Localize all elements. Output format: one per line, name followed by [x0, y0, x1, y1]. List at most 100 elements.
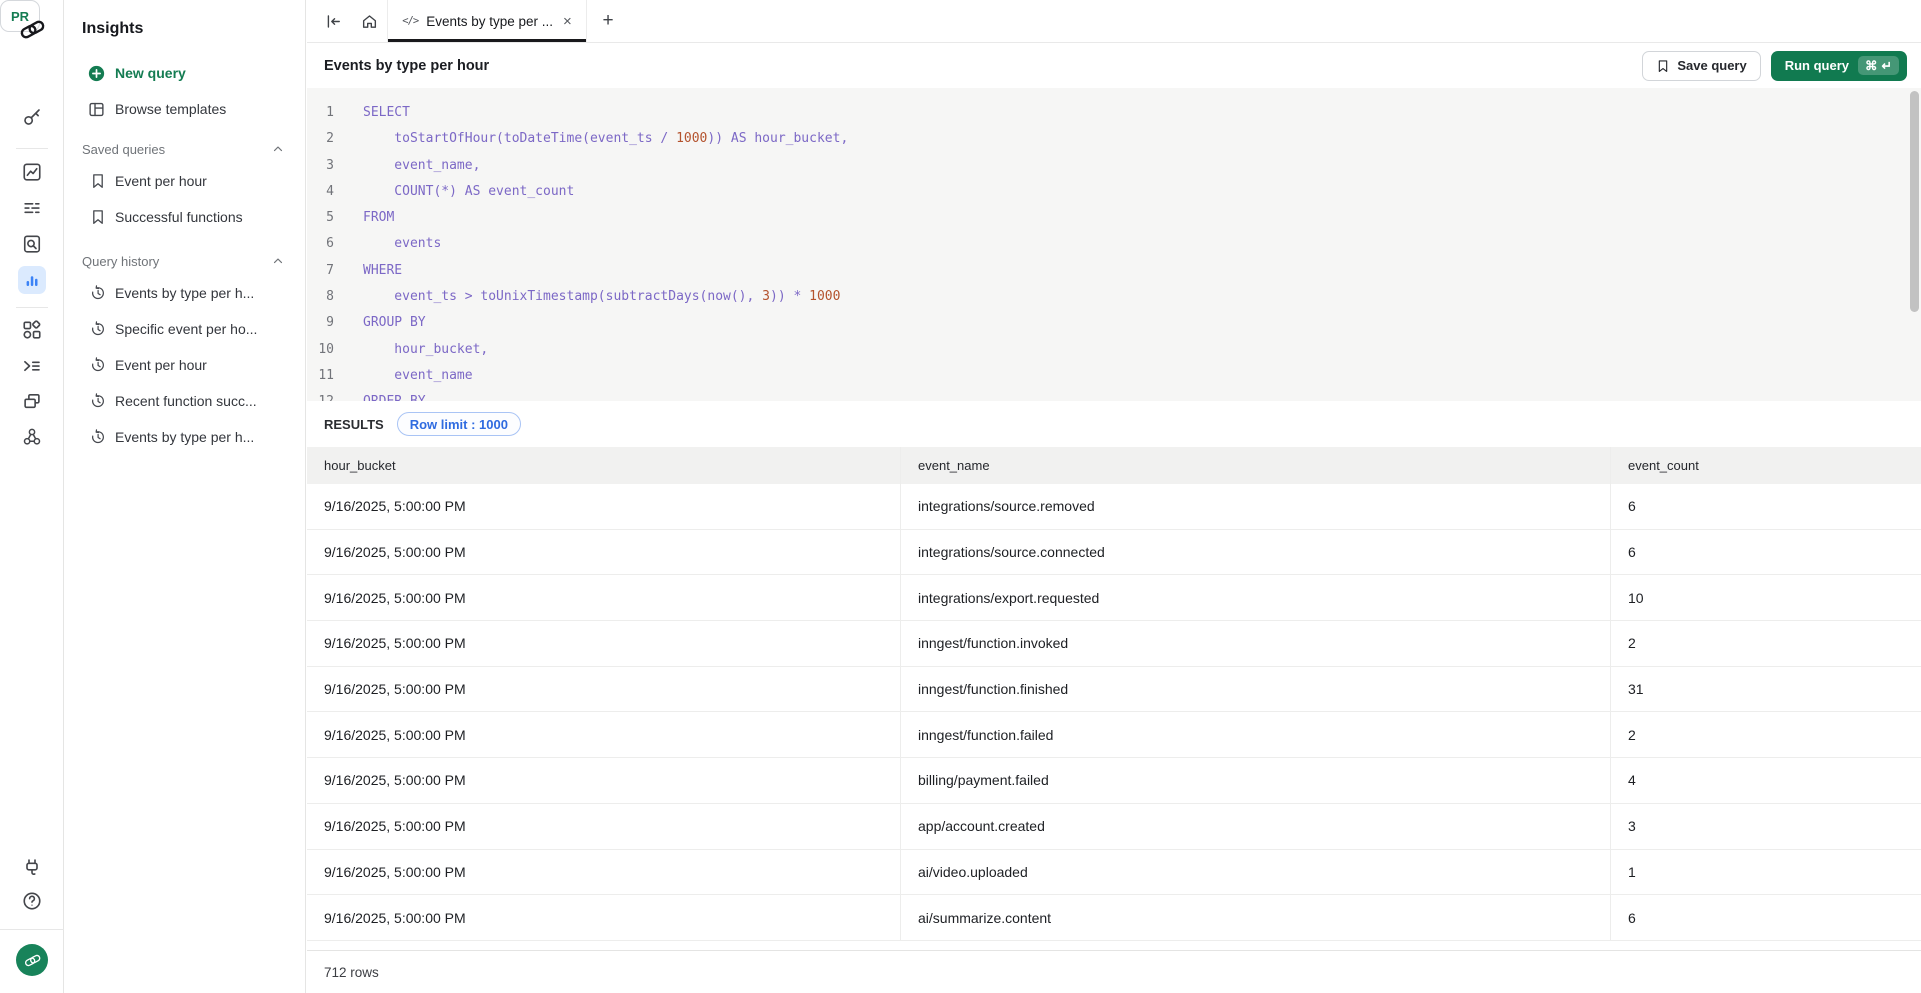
- sidebar-item[interactable]: Event per hour: [64, 163, 305, 199]
- workflow-icon[interactable]: [22, 427, 42, 447]
- results-toolbar: RESULTS Row limit : 1000: [307, 401, 1921, 447]
- table-row[interactable]: 9/16/2025, 5:00:00 PMai/summarize.conten…: [307, 895, 1921, 941]
- section-header-query-history[interactable]: Query history: [64, 247, 305, 275]
- cell-hour-bucket: 9/16/2025, 5:00:00 PM: [307, 850, 900, 895]
- code-line[interactable]: 10 hour_bucket,: [307, 337, 1921, 363]
- section-label: Saved queries: [82, 142, 165, 157]
- chevron-up-icon[interactable]: [271, 254, 285, 268]
- results-table-header: hour_bucket event_name event_count: [307, 447, 1921, 484]
- cell-event-name: integrations/source.removed: [900, 484, 1610, 529]
- column-header-hour-bucket: hour_bucket: [307, 447, 900, 484]
- line-number: 3: [307, 153, 334, 179]
- cell-event-name: app/account.created: [900, 804, 1610, 849]
- line-number: 9: [307, 310, 334, 336]
- browse-templates-button[interactable]: Browse templates: [64, 91, 305, 127]
- sidebar-item[interactable]: Events by type per h...: [64, 419, 305, 455]
- history-icon: [90, 429, 106, 445]
- code-line[interactable]: 3 event_name,: [307, 153, 1921, 179]
- code-line[interactable]: 4 COUNT(*) AS event_count: [307, 179, 1921, 205]
- table-row[interactable]: 9/16/2025, 5:00:00 PMinngest/function.fa…: [307, 712, 1921, 758]
- cell-hour-bucket: 9/16/2025, 5:00:00 PM: [307, 575, 900, 620]
- key-icon[interactable]: [22, 107, 42, 127]
- icon-rail: PR: [0, 0, 64, 993]
- apps-icon[interactable]: [22, 320, 42, 340]
- save-query-button[interactable]: Save query: [1642, 51, 1760, 81]
- chevron-up-icon[interactable]: [271, 142, 285, 156]
- code-line[interactable]: 9GROUP BY: [307, 310, 1921, 336]
- line-number: 10: [307, 337, 334, 363]
- sidebar-item[interactable]: Specific event per ho...: [64, 311, 305, 347]
- table-row[interactable]: 9/16/2025, 5:00:00 PMai/video.uploaded1: [307, 850, 1921, 896]
- insights-sidebar: Insights New query Browse templates Save…: [64, 0, 306, 993]
- account-avatar[interactable]: [16, 944, 48, 976]
- code-text: FROM: [363, 205, 394, 231]
- table-row[interactable]: 9/16/2025, 5:00:00 PMapp/account.created…: [307, 804, 1921, 850]
- row-limit-badge[interactable]: Row limit : 1000: [397, 412, 521, 436]
- cell-event-count: 3: [1610, 804, 1921, 849]
- plug-icon[interactable]: [22, 858, 42, 878]
- run-query-label: Run query: [1785, 58, 1849, 73]
- sidebar-section: Query historyEvents by type per h...Spec…: [64, 247, 305, 455]
- filters-icon[interactable]: [22, 198, 42, 218]
- tab-events-by-type-per-hour[interactable]: </> Events by type per ... ×: [387, 0, 587, 42]
- cell-event-name: billing/payment.failed: [900, 758, 1610, 803]
- line-number: 11: [307, 363, 334, 389]
- table-row[interactable]: 9/16/2025, 5:00:00 PMintegrations/source…: [307, 484, 1921, 530]
- code-text: WHERE: [363, 258, 402, 284]
- insights-bars-icon[interactable]: [18, 266, 46, 294]
- section-header-saved-queries[interactable]: Saved queries: [64, 135, 305, 163]
- sidebar-item[interactable]: Event per hour: [64, 347, 305, 383]
- code-line[interactable]: 8 event_ts > toUnixTimestamp(subtractDay…: [307, 284, 1921, 310]
- collapse-sidebar-button[interactable]: [315, 0, 351, 42]
- code-text: event_name: [363, 363, 473, 389]
- code-text: hour_bucket,: [363, 337, 488, 363]
- query-header: Events by type per hour Save query Run q…: [307, 43, 1921, 88]
- line-number: 1: [307, 100, 334, 126]
- close-tab-icon[interactable]: ×: [563, 13, 572, 30]
- sidebar-item[interactable]: Events by type per h...: [64, 275, 305, 311]
- cell-hour-bucket: 9/16/2025, 5:00:00 PM: [307, 804, 900, 849]
- table-row[interactable]: 9/16/2025, 5:00:00 PMintegrations/source…: [307, 530, 1921, 576]
- history-icon: [90, 393, 106, 409]
- line-number: 5: [307, 205, 334, 231]
- cell-hour-bucket: 9/16/2025, 5:00:00 PM: [307, 712, 900, 757]
- table-row[interactable]: 9/16/2025, 5:00:00 PMinngest/function.in…: [307, 621, 1921, 667]
- sidebar-item[interactable]: Recent function succ...: [64, 383, 305, 419]
- sql-editor[interactable]: 1SELECT2 toStartOfHour(toDateTime(event_…: [307, 88, 1921, 401]
- sidebar-item-label: Successful functions: [115, 209, 243, 225]
- windows-icon[interactable]: [22, 391, 42, 411]
- code-text: event_name,: [363, 153, 480, 179]
- code-line[interactable]: 12ORDER BY: [307, 389, 1921, 401]
- rail-divider: [16, 148, 48, 149]
- new-tab-button[interactable]: +: [587, 0, 629, 42]
- table-row[interactable]: 9/16/2025, 5:00:00 PMintegrations/export…: [307, 575, 1921, 621]
- rail-divider: [16, 307, 48, 308]
- code-line[interactable]: 7WHERE: [307, 258, 1921, 284]
- run-query-button[interactable]: Run query ⌘ ↵: [1771, 51, 1907, 81]
- line-number: 4: [307, 179, 334, 205]
- dev-prompt-icon[interactable]: [22, 356, 42, 376]
- code-line[interactable]: 11 event_name: [307, 363, 1921, 389]
- sidebar-item[interactable]: Successful functions: [64, 199, 305, 235]
- table-row[interactable]: 9/16/2025, 5:00:00 PMbilling/payment.fai…: [307, 758, 1921, 804]
- metrics-icon[interactable]: [22, 162, 42, 182]
- code-line[interactable]: 5 FROM: [307, 205, 1921, 231]
- line-number: 8: [307, 284, 334, 310]
- table-row[interactable]: 9/16/2025, 5:00:00 PMinngest/function.fi…: [307, 667, 1921, 713]
- doc-search-icon[interactable]: [22, 234, 42, 254]
- code-text: toStartOfHour(toDateTime(event_ts / 1000…: [363, 126, 848, 152]
- cell-hour-bucket: 9/16/2025, 5:00:00 PM: [307, 484, 900, 529]
- help-icon[interactable]: [22, 891, 42, 911]
- main-area: </> Events by type per ... × + Events by…: [307, 0, 1921, 993]
- code-line[interactable]: 6 events: [307, 231, 1921, 257]
- code-line[interactable]: 2 toStartOfHour(toDateTime(event_ts / 10…: [307, 126, 1921, 152]
- bookmark-icon: [1656, 59, 1670, 73]
- cell-event-name: ai/video.uploaded: [900, 850, 1610, 895]
- cell-hour-bucket: 9/16/2025, 5:00:00 PM: [307, 667, 900, 712]
- code-line[interactable]: 1SELECT: [307, 100, 1921, 126]
- new-query-button[interactable]: New query: [64, 55, 305, 91]
- cell-hour-bucket: 9/16/2025, 5:00:00 PM: [307, 530, 900, 575]
- query-title: Events by type per hour: [324, 58, 489, 74]
- editor-scrollbar[interactable]: [1910, 91, 1919, 312]
- home-button[interactable]: [351, 0, 387, 42]
